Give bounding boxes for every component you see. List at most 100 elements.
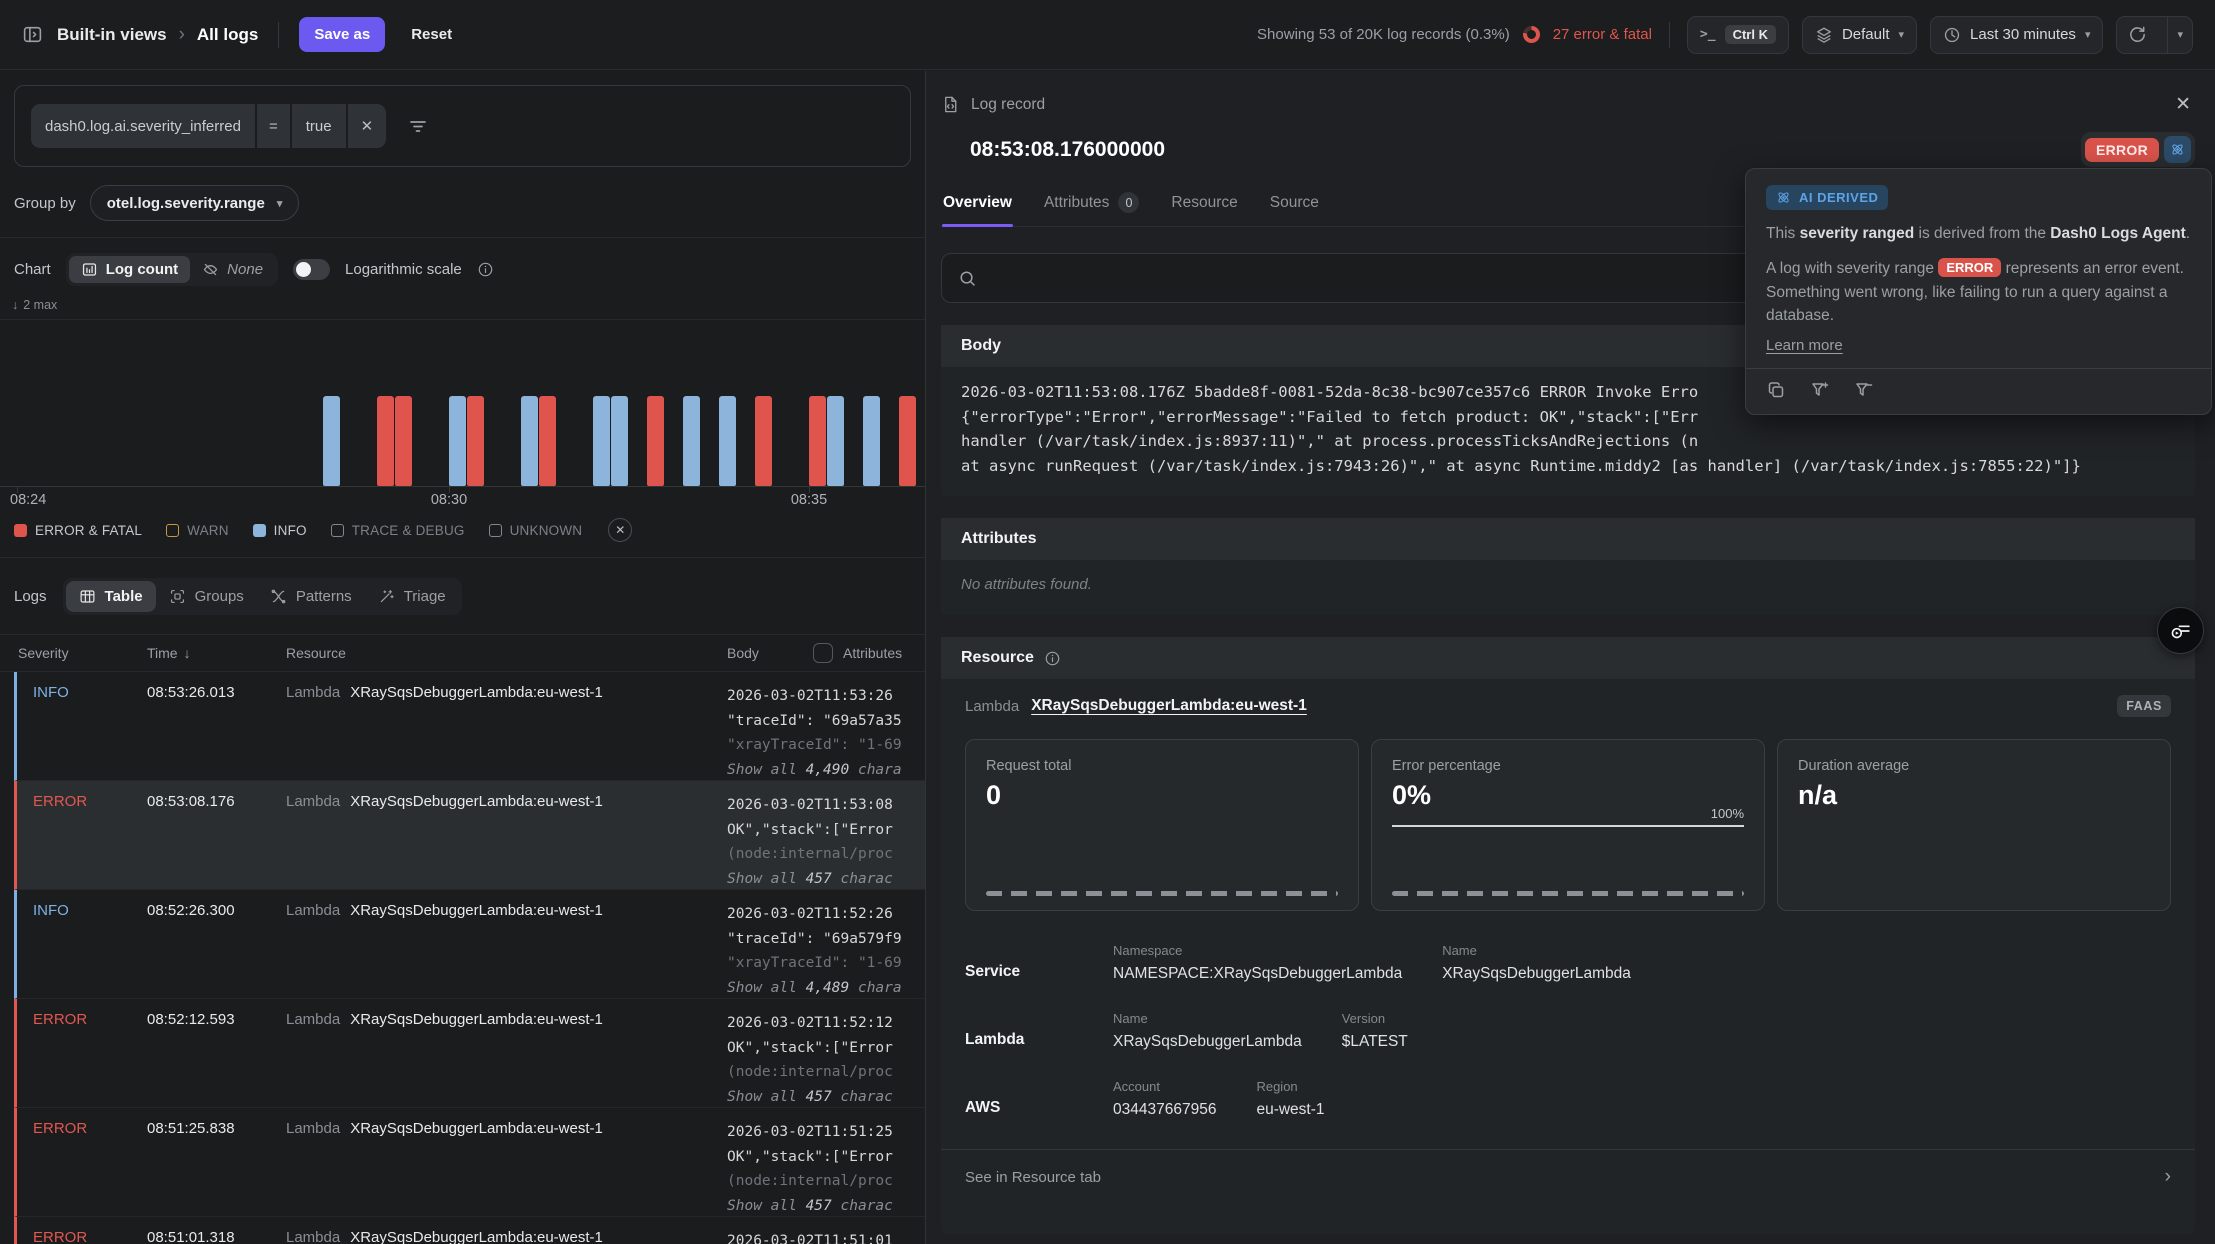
legend-item-trace-debug[interactable]: TRACE & DEBUG [331, 523, 465, 538]
column-time[interactable]: Time ↓ [147, 645, 286, 661]
chart-bar-info[interactable] [827, 396, 844, 486]
layout-select[interactable]: Default ▾ [1802, 16, 1917, 54]
show-all-link[interactable]: Show all 457 charac [727, 1085, 925, 1108]
refresh-split-button[interactable]: ▾ [2116, 16, 2193, 54]
chart-bar-info[interactable] [683, 396, 700, 486]
kv-group-aws: AWSAccount034437667956Regioneu-west-1 [941, 1065, 2195, 1133]
column-severity[interactable]: Severity [18, 645, 147, 661]
command-palette-button[interactable]: >_ Ctrl K [1687, 16, 1789, 54]
chevron-right-icon: › [2165, 1166, 2171, 1188]
filter-input-area[interactable]: dash0.log.ai.severity_inferred = true ✕ [14, 85, 911, 167]
filter-remove-icon[interactable]: ✕ [348, 104, 387, 148]
see-in-resource-tab[interactable]: See in Resource tab › [941, 1149, 2195, 1204]
tab-resource[interactable]: Resource [1170, 192, 1238, 226]
list-play-icon [2169, 619, 2192, 642]
filter-operator[interactable]: = [257, 104, 290, 148]
tab-source[interactable]: Source [1269, 192, 1320, 226]
chart-metric-toggle: Log count None [66, 253, 278, 286]
filter-value[interactable]: true [292, 104, 346, 148]
close-icon[interactable]: ✕ [2171, 89, 2195, 120]
chart-bar-info[interactable] [863, 396, 880, 486]
eye-off-icon [202, 261, 219, 278]
kv-field-label: Namespace [1113, 943, 1402, 958]
time-range-select[interactable]: Last 30 minutes ▾ [1930, 16, 2103, 54]
learn-more-link[interactable]: Learn more [1766, 337, 1843, 354]
metric-none-button[interactable]: None [190, 256, 275, 283]
legend-swatch [331, 524, 344, 537]
column-body[interactable]: Body [727, 645, 813, 661]
filter-lines-icon[interactable] [408, 116, 428, 136]
view-tab-patterns[interactable]: Patterns [257, 581, 365, 612]
chart-bar-error[interactable] [899, 396, 916, 486]
legend-item-unknown[interactable]: UNKNOWN [489, 523, 583, 538]
kv-field-value: XRaySqsDebuggerLambda [1442, 965, 1631, 983]
tooltip-divider [1746, 368, 2211, 369]
detail-title-row: 08:53:08.176000000 ERROR [941, 132, 2195, 167]
group-by-value: otel.log.severity.range [107, 195, 265, 212]
chart-bar-info[interactable] [323, 396, 340, 486]
info-icon[interactable] [477, 261, 494, 278]
chevron-down-icon: ▾ [2085, 28, 2091, 41]
refresh-icon[interactable] [2117, 17, 2158, 53]
attributes-checkbox[interactable] [813, 643, 833, 663]
show-all-link[interactable]: Show all 4,490 chara [727, 758, 925, 781]
chart-bar-error[interactable] [467, 396, 484, 486]
chart-bar-info[interactable] [521, 396, 538, 486]
legend-item-error-fatal[interactable]: ERROR & FATAL [14, 523, 142, 538]
error-fatal-link[interactable]: 27 error & fatal [1553, 26, 1652, 43]
chart-bar-error[interactable] [395, 396, 412, 486]
panel-toggle-icon[interactable] [22, 24, 43, 45]
view-tab-triage[interactable]: Triage [365, 581, 459, 612]
legend-item-warn[interactable]: WARN [166, 523, 229, 538]
tab-attributes[interactable]: Attributes0 [1043, 192, 1140, 226]
log-table-row[interactable]: INFO08:53:26.013LambdaXRaySqsDebuggerLam… [14, 672, 925, 781]
chart-bar-info[interactable] [593, 396, 610, 486]
log-table-row[interactable]: ERROR08:51:25.838LambdaXRaySqsDebuggerLa… [14, 1108, 925, 1217]
chart-bar-error[interactable] [809, 396, 826, 486]
body-line: (node:internal/proc [727, 1060, 925, 1085]
refresh-options-chevron[interactable]: ▾ [2167, 17, 2192, 53]
view-tab-table[interactable]: Table [66, 581, 156, 612]
legend-item-info[interactable]: INFO [253, 523, 307, 538]
info-icon[interactable] [1044, 650, 1061, 667]
logarithmic-scale-toggle[interactable] [293, 259, 330, 280]
log-table-header: Severity Time ↓ Resource Body Attributes [0, 634, 925, 672]
filter-include-icon[interactable] [1810, 380, 1830, 400]
assistant-fab[interactable] [2157, 607, 2204, 654]
chart-bar-error[interactable] [647, 396, 664, 486]
copy-icon[interactable] [1766, 380, 1786, 400]
chart-bar-error[interactable] [755, 396, 772, 486]
group-by-select[interactable]: otel.log.severity.range ▾ [90, 185, 300, 221]
chart-plot[interactable] [0, 319, 925, 487]
legend-clear-button[interactable]: ✕ [608, 518, 632, 542]
filter-exclude-icon[interactable] [1854, 380, 1874, 400]
chart-bar-error[interactable] [377, 396, 394, 486]
metric-log-count-button[interactable]: Log count [69, 256, 190, 283]
chart-bar-info[interactable] [449, 396, 466, 486]
log-table-row[interactable]: ERROR08:51:01.318LambdaXRaySqsDebuggerLa… [14, 1217, 925, 1244]
show-all-link[interactable]: Show all 457 charac [727, 867, 925, 890]
severity-badge-group: ERROR [2081, 132, 2195, 167]
filter-key[interactable]: dash0.log.ai.severity_inferred [31, 104, 255, 148]
ai-derived-icon[interactable] [2164, 136, 2191, 163]
log-table-row[interactable]: ERROR08:53:08.176LambdaXRaySqsDebuggerLa… [14, 781, 925, 890]
resource-name: XRaySqsDebuggerLambda:eu-west-1 [350, 902, 603, 919]
save-as-button[interactable]: Save as [299, 17, 385, 52]
show-all-link[interactable]: Show all 457 charac [727, 1194, 925, 1217]
show-all-link[interactable]: Show all 4,489 chara [727, 976, 925, 999]
log-table-row[interactable]: ERROR08:52:12.593LambdaXRaySqsDebuggerLa… [14, 999, 925, 1108]
faas-badge: FAAS [2117, 695, 2171, 717]
breadcrumb-section[interactable]: Built-in views [57, 25, 167, 45]
log-table-row[interactable]: INFO08:52:26.300LambdaXRaySqsDebuggerLam… [14, 890, 925, 999]
chart-bar-error[interactable] [539, 396, 556, 486]
axis-tick-label: 08:30 [431, 492, 467, 508]
detail-header-label: Log record [971, 96, 1045, 114]
tab-overview[interactable]: Overview [942, 192, 1013, 226]
triage-icon [378, 588, 395, 605]
resource-name-link[interactable]: XRaySqsDebuggerLambda:eu-west-1 [1031, 697, 1307, 715]
chart-bar-info[interactable] [719, 396, 736, 486]
view-tab-groups[interactable]: Groups [156, 581, 257, 612]
reset-button[interactable]: Reset [405, 25, 458, 44]
column-resource[interactable]: Resource [286, 645, 727, 661]
chart-bar-info[interactable] [611, 396, 628, 486]
